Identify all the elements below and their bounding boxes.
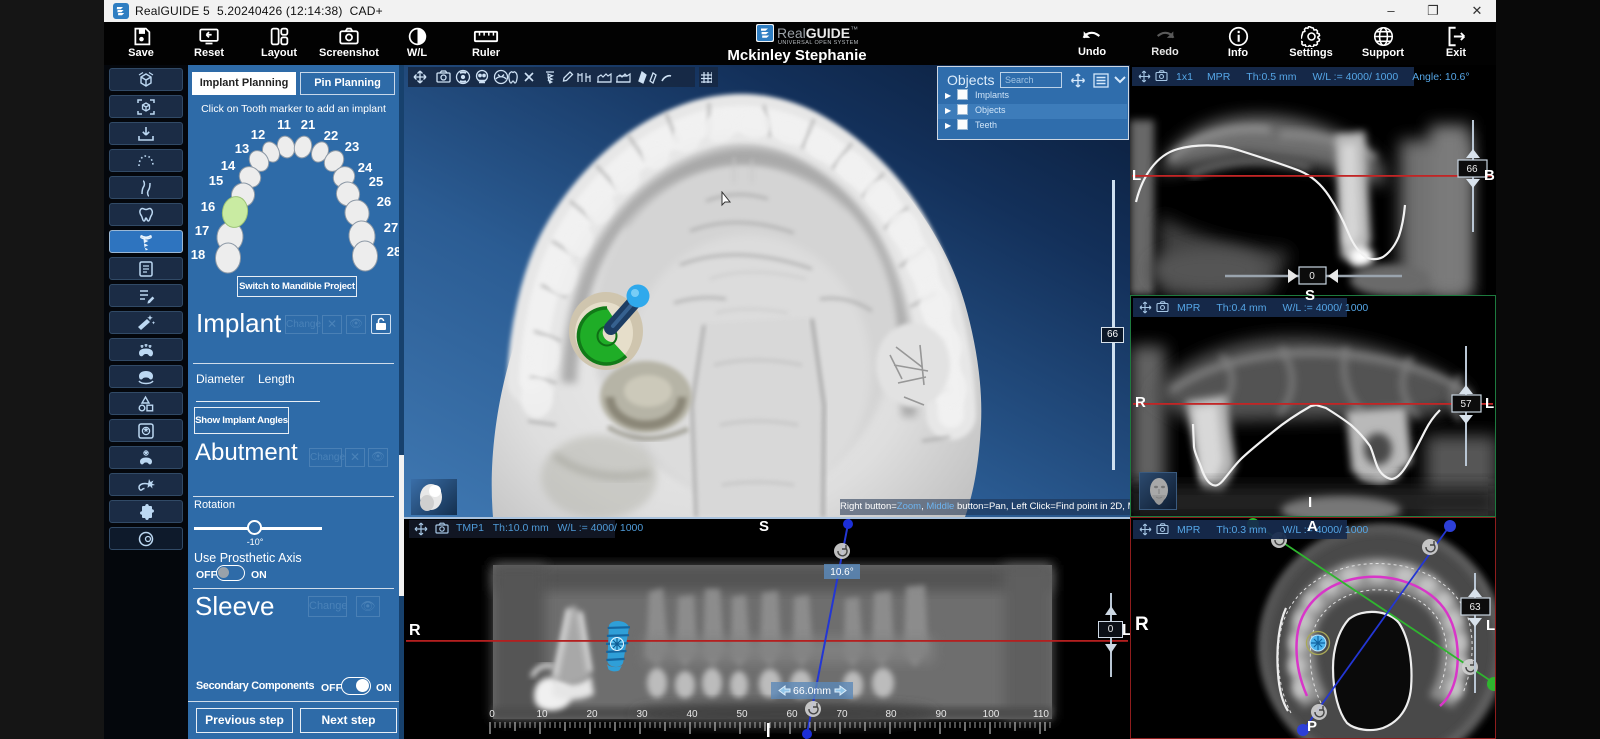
svg-text:27: 27 (384, 220, 398, 235)
svg-text:90: 90 (935, 709, 947, 720)
svg-text:30: 30 (636, 709, 648, 720)
svg-text:21: 21 (301, 117, 315, 132)
svg-text:11: 11 (277, 117, 291, 132)
svg-text:70: 70 (836, 709, 848, 720)
svg-text:66: 66 (1466, 164, 1478, 175)
svg-text:0: 0 (489, 709, 495, 720)
svg-text:25: 25 (369, 174, 383, 189)
svg-text:100: 100 (983, 709, 1000, 720)
svg-text:26: 26 (377, 194, 391, 209)
svg-text:20: 20 (586, 709, 598, 720)
svg-text:24: 24 (358, 160, 373, 175)
svg-text:10: 10 (536, 709, 548, 720)
svg-text:110: 110 (1033, 709, 1049, 720)
svg-text:13: 13 (235, 141, 249, 156)
svg-text:0: 0 (1309, 271, 1315, 282)
svg-text:50: 50 (736, 709, 748, 720)
svg-text:63: 63 (1469, 602, 1481, 613)
svg-text:60: 60 (786, 709, 798, 720)
svg-text:23: 23 (345, 139, 359, 154)
svg-text:10.6°: 10.6° (830, 567, 853, 578)
svg-text:80: 80 (885, 709, 897, 720)
svg-text:18: 18 (191, 247, 205, 262)
svg-text:17: 17 (195, 223, 209, 238)
svg-text:15: 15 (209, 173, 223, 188)
svg-text:40: 40 (686, 709, 698, 720)
svg-text:22: 22 (324, 128, 338, 143)
svg-text:16: 16 (201, 199, 215, 214)
svg-text:12: 12 (251, 127, 265, 142)
svg-text:28: 28 (387, 244, 399, 259)
svg-text:66.0mm: 66.0mm (793, 685, 831, 697)
svg-text:57: 57 (1460, 399, 1472, 410)
svg-text:14: 14 (221, 158, 236, 173)
